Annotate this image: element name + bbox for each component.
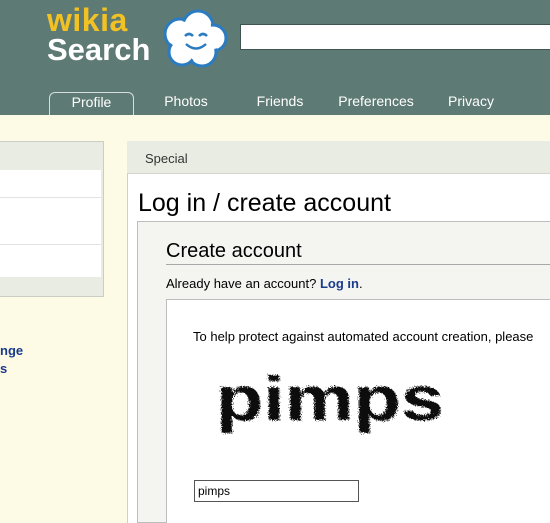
page-title: Log in / create account: [138, 189, 391, 217]
captcha-image: pimps: [216, 365, 444, 434]
breadcrumb: Special: [145, 151, 188, 166]
login-link[interactable]: Log in: [320, 276, 359, 291]
heading-divider: [166, 264, 550, 265]
search-logo-text[interactable]: Search: [47, 32, 150, 68]
login-suffix: .: [358, 276, 363, 291]
sidebar-link[interactable]: nge: [0, 343, 23, 358]
smiling-cloud-icon[interactable]: [158, 8, 230, 70]
search-input[interactable]: [240, 24, 550, 50]
tab-photos[interactable]: Photos: [150, 92, 222, 115]
sidebar-divider: [0, 197, 101, 198]
create-account-heading: Create account: [166, 240, 302, 262]
breadcrumb-bar: [127, 141, 550, 174]
already-account-text: Already have an account? Log in.: [166, 276, 363, 291]
tab-preferences[interactable]: Preferences: [332, 92, 420, 115]
captcha-input[interactable]: pimps: [194, 480, 359, 502]
sidebar-list: [0, 170, 101, 277]
already-account-label: Already have an account?: [166, 276, 317, 291]
tab-privacy[interactable]: Privacy: [442, 92, 500, 115]
captcha-help-text: To help protect against automated accoun…: [193, 329, 534, 344]
captcha-word: pimps: [216, 365, 444, 434]
sidebar-divider: [0, 244, 101, 245]
tab-friends[interactable]: Friends: [245, 92, 315, 115]
sidebar-link[interactable]: s: [0, 361, 7, 376]
tab-profile[interactable]: Profile: [49, 92, 134, 115]
